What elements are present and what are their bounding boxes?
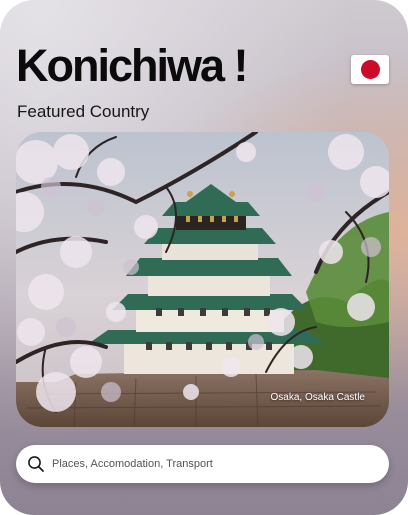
search-bar[interactable]: Places, Accomodation, Transport [16,445,389,483]
featured-photo[interactable]: Osaka, Osaka Castle [16,132,389,427]
flag-disc [361,60,380,79]
home-card: Konichiwa ! Featured Country Osaka, Osak… [0,0,408,515]
greeting-title: Konichiwa ! [16,40,249,91]
japan-flag-icon[interactable] [351,55,389,84]
featured-country-label: Featured Country [17,102,150,121]
search-input[interactable]: Places, Accomodation, Transport [52,458,213,470]
photo-caption: Osaka, Osaka Castle [270,392,365,403]
search-icon[interactable] [27,455,45,473]
osaka-castle-image [16,132,389,427]
